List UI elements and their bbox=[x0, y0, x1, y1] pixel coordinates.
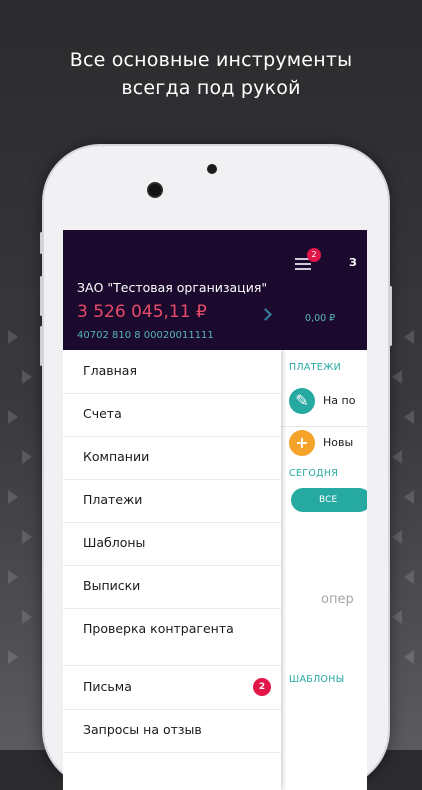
promo-headline: Все основные инструменты всегда под руко… bbox=[0, 46, 422, 102]
phone-mute-switch bbox=[40, 232, 43, 254]
pattern-triangle bbox=[8, 330, 18, 344]
pattern-triangle bbox=[392, 450, 402, 464]
menu-item-payments[interactable]: Платежи bbox=[63, 479, 281, 523]
screen-title-partial: З bbox=[349, 256, 357, 269]
promo-line-1: Все основные инструменты bbox=[69, 49, 353, 71]
payment-item-2[interactable]: Новы bbox=[323, 436, 353, 449]
organization-name[interactable]: ЗАО "Тестовая организация" bbox=[77, 280, 267, 295]
payments-section-label: ПЛАТЕЖИ bbox=[289, 362, 342, 373]
letters-count-badge: 2 bbox=[253, 678, 271, 696]
chevron-right-icon[interactable] bbox=[259, 308, 272, 321]
phone-volume-down bbox=[40, 326, 43, 366]
account-balance: 3 526 045,11 ₽ bbox=[77, 302, 207, 322]
menu-notification-badge: 2 bbox=[307, 248, 321, 262]
promo-line-2: всегда под рукой bbox=[121, 77, 301, 99]
menu-item-counterparty-check[interactable]: Проверка контрагента bbox=[63, 608, 281, 651]
menu-item-label: Платежи bbox=[83, 492, 143, 507]
app-header: 2 З ЗАО "Тестовая организация" 3 526 045… bbox=[63, 230, 367, 350]
menu-item-label: Шаблоны bbox=[83, 535, 146, 550]
phone-volume-up bbox=[40, 276, 43, 316]
menu-item-label: Компании bbox=[83, 449, 150, 464]
pattern-triangle bbox=[392, 610, 402, 624]
pattern-triangle bbox=[8, 410, 18, 424]
pattern-triangle bbox=[8, 570, 18, 584]
payment-item-1[interactable]: На по bbox=[323, 394, 355, 407]
menu-item-label: Проверка контрагента bbox=[83, 621, 234, 636]
menu-item-accounts[interactable]: Счета bbox=[63, 393, 281, 437]
phone-camera bbox=[149, 184, 161, 196]
filter-all-button[interactable]: ВСЕ bbox=[291, 488, 367, 512]
account-number: 40702 810 8 00020011111 bbox=[77, 330, 214, 341]
pattern-triangle bbox=[8, 490, 18, 504]
pattern-triangle bbox=[392, 530, 402, 544]
pattern-triangle bbox=[392, 370, 402, 384]
pattern-triangle bbox=[22, 370, 32, 384]
phone-frame: 2 З ЗАО "Тестовая организация" 3 526 045… bbox=[40, 146, 392, 790]
pattern-triangle bbox=[404, 570, 414, 584]
today-section-label: СЕГОДНЯ bbox=[289, 468, 339, 479]
menu-item-home[interactable]: Главная bbox=[63, 350, 281, 394]
side-menu: Главная Счета Компании Платежи Шаблоны В… bbox=[63, 350, 281, 790]
plus-icon: + bbox=[289, 430, 315, 456]
menu-item-label: Письма bbox=[83, 679, 132, 694]
divider bbox=[281, 426, 367, 427]
menu-separator bbox=[63, 651, 281, 666]
pattern-triangle bbox=[404, 330, 414, 344]
menu-item-label: Запросы на отзыв bbox=[83, 722, 202, 737]
right-amount: 0,00 ₽ bbox=[305, 313, 336, 324]
phone-power-button bbox=[389, 286, 392, 346]
pattern-triangle bbox=[404, 490, 414, 504]
menu-item-recall-requests[interactable]: Запросы на отзыв bbox=[63, 709, 281, 753]
pencil-icon: ✎ bbox=[289, 388, 315, 414]
menu-item-statements[interactable]: Выписки bbox=[63, 565, 281, 609]
pattern-triangle bbox=[404, 650, 414, 664]
menu-item-label: Счета bbox=[83, 406, 122, 421]
menu-item-companies[interactable]: Компании bbox=[63, 436, 281, 480]
pattern-triangle bbox=[22, 530, 32, 544]
templates-section-label: ШАБЛОНЫ bbox=[289, 674, 345, 685]
pattern-triangle bbox=[22, 450, 32, 464]
app-screen: 2 З ЗАО "Тестовая организация" 3 526 045… bbox=[63, 230, 367, 790]
menu-item-letters[interactable]: Письма 2 bbox=[63, 666, 281, 710]
pattern-triangle bbox=[8, 650, 18, 664]
empty-state-text: опер bbox=[321, 592, 354, 607]
menu-item-label: Главная bbox=[83, 363, 137, 378]
phone-speaker bbox=[207, 164, 217, 174]
menu-item-label: Выписки bbox=[83, 578, 141, 593]
main-content-peek: ПЛАТЕЖИ ✎ На по + Новы СЕГОДНЯ ВСЕ опер … bbox=[281, 350, 367, 790]
menu-item-templates[interactable]: Шаблоны bbox=[63, 522, 281, 566]
pattern-triangle bbox=[22, 610, 32, 624]
pattern-triangle bbox=[404, 410, 414, 424]
